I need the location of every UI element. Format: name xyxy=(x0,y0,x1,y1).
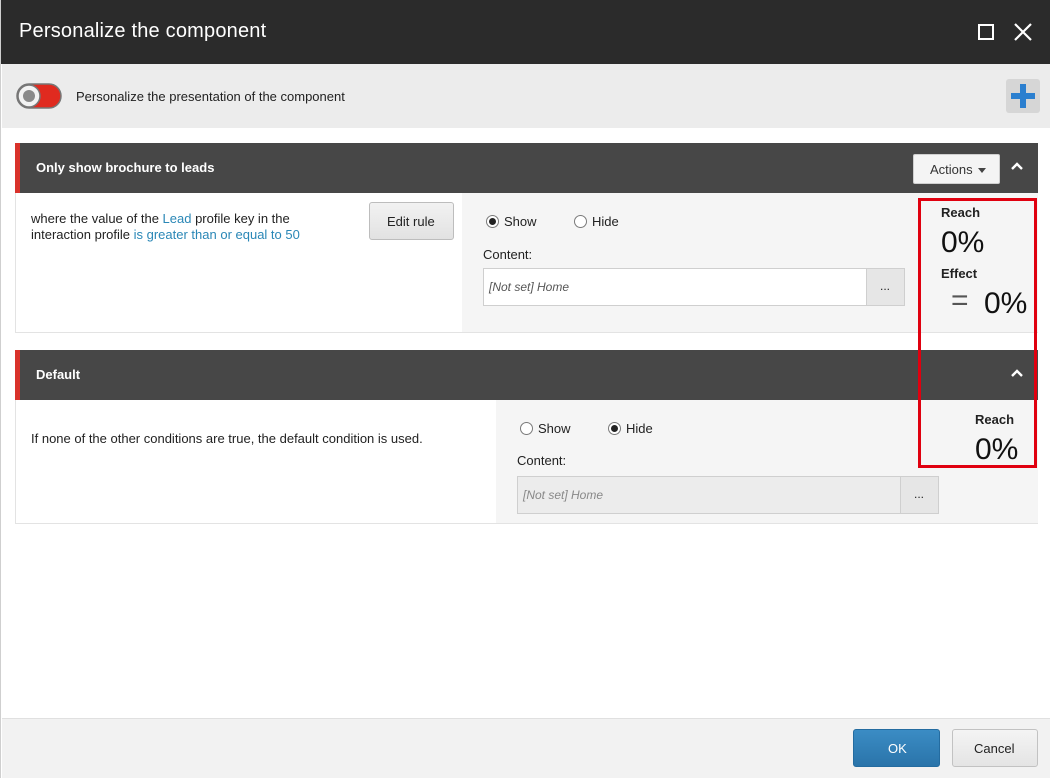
header-label: Personalize the presentation of the comp… xyxy=(76,89,345,104)
show-radio[interactable] xyxy=(486,215,499,228)
show-radio[interactable] xyxy=(520,422,533,435)
hide-radio[interactable] xyxy=(574,215,587,228)
rule-title: Only show brochure to leads xyxy=(36,160,215,175)
browse-label: ... xyxy=(880,279,891,293)
ok-button[interactable]: OK xyxy=(853,729,940,767)
lead-link[interactable]: Lead xyxy=(163,211,192,226)
show-label: Show xyxy=(538,421,571,436)
caret-down-icon xyxy=(978,168,986,173)
cancel-label: Cancel xyxy=(974,741,1015,756)
browse-button[interactable]: ... xyxy=(900,477,938,513)
content-value: [Not set] Home xyxy=(489,280,570,294)
browse-label: ... xyxy=(914,487,925,501)
rule-header-leads[interactable]: Only show brochure to leads Actions xyxy=(15,143,1038,193)
content-field[interactable]: [Not set] Home ... xyxy=(483,268,905,306)
hide-label: Hide xyxy=(592,214,619,229)
close-icon xyxy=(1014,23,1032,41)
toggle-switch-icon xyxy=(16,83,62,109)
rule-title: Default xyxy=(36,367,81,382)
actions-dropdown[interactable]: Actions xyxy=(913,154,1000,184)
content-label: Content: xyxy=(483,247,533,262)
rule-header-default[interactable]: Default xyxy=(15,350,1038,400)
maximize-icon xyxy=(978,24,994,40)
condition-text: where the value of the xyxy=(31,211,163,226)
content-label: Content: xyxy=(517,453,567,468)
rule-body-default: If none of the other conditions are true… xyxy=(15,400,1038,524)
cancel-button[interactable]: Cancel xyxy=(952,729,1038,767)
hide-label: Hide xyxy=(626,421,653,436)
maximize-button[interactable] xyxy=(975,20,999,44)
close-button[interactable] xyxy=(1011,20,1035,44)
personalize-toggle[interactable] xyxy=(16,82,62,110)
dialog-title: Personalize the component xyxy=(19,20,267,42)
rule-condition: where the value of the Lead profile key … xyxy=(31,211,331,243)
default-description: If none of the other conditions are true… xyxy=(31,431,423,446)
stats-highlight-box xyxy=(918,198,1037,468)
personalize-dialog: Personalize the component Personalize th… xyxy=(0,0,1050,778)
add-condition-button[interactable] xyxy=(1006,79,1040,113)
plus-icon xyxy=(1011,84,1035,108)
content-field[interactable]: [Not set] Home ... xyxy=(517,476,939,514)
edit-rule-label: Edit rule xyxy=(387,214,435,229)
actions-label: Actions xyxy=(930,162,973,177)
header-strip: Personalize the presentation of the comp… xyxy=(2,64,1050,128)
rule-body-leads: where the value of the Lead profile key … xyxy=(15,193,1038,333)
chevron-up-icon[interactable] xyxy=(1009,159,1025,173)
browse-button[interactable]: ... xyxy=(866,269,904,305)
content-value: [Not set] Home xyxy=(523,488,604,502)
edit-rule-button[interactable]: Edit rule xyxy=(369,202,454,240)
show-label: Show xyxy=(504,214,537,229)
ok-label: OK xyxy=(888,741,907,756)
title-bar: Personalize the component xyxy=(1,0,1050,64)
dialog-footer: OK Cancel xyxy=(2,718,1050,778)
hide-radio[interactable] xyxy=(608,422,621,435)
operator-link[interactable]: is greater than or equal to 50 xyxy=(134,227,300,242)
